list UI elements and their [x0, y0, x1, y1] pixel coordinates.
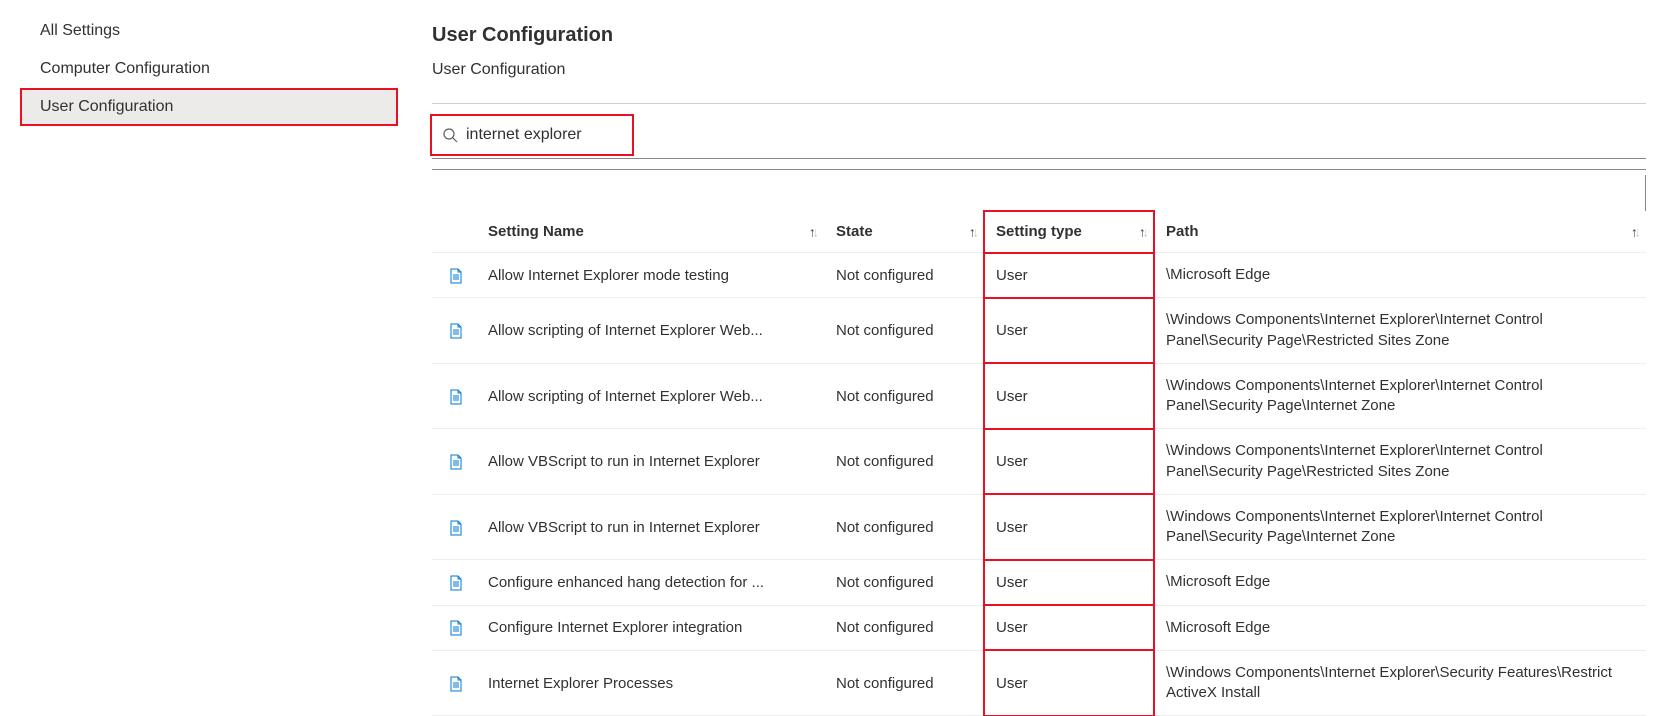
cell-setting-name[interactable]: Configure enhanced hang detection for ..…	[476, 560, 824, 605]
cell-setting-name[interactable]: Allow scripting of Internet Explorer Web…	[476, 298, 824, 364]
cell-path: \Windows Components\Internet Explorer\Se…	[1154, 650, 1646, 716]
cell-state: Not configured	[824, 253, 984, 298]
main-panel: User Configuration User Configuration	[398, 0, 1666, 716]
cell-setting-type: User	[984, 298, 1154, 364]
sort-arrows-icon[interactable]: ↑↓	[969, 224, 976, 239]
column-header-label: Setting Name	[488, 223, 584, 240]
cell-setting-name[interactable]: Configure Internet Explorer integration	[476, 605, 824, 650]
cell-path: \Windows Components\Internet Explorer\In…	[1154, 363, 1646, 429]
row-icon-cell	[432, 605, 476, 650]
document-icon	[448, 268, 464, 284]
cell-path: \Microsoft Edge	[1154, 560, 1646, 605]
cell-setting-name[interactable]: Internet Explorer Processes	[476, 650, 824, 716]
column-header-path[interactable]: Path ↑↓	[1154, 211, 1646, 253]
search-icon	[442, 127, 458, 143]
row-icon-cell	[432, 650, 476, 716]
column-header-icon	[432, 211, 476, 253]
row-icon-cell	[432, 560, 476, 605]
cell-setting-type: User	[984, 650, 1154, 716]
cell-path: \Microsoft Edge	[1154, 605, 1646, 650]
row-icon-cell	[432, 253, 476, 298]
document-icon	[448, 454, 464, 470]
divider	[432, 103, 1646, 104]
column-header-label: Setting type	[996, 223, 1082, 240]
table-row[interactable]: Configure Internet Explorer integrationN…	[432, 605, 1646, 650]
row-icon-cell	[432, 429, 476, 495]
document-icon	[448, 323, 464, 339]
document-icon	[448, 520, 464, 536]
sort-arrows-icon[interactable]: ↑↓	[1631, 224, 1638, 239]
column-header-state[interactable]: State ↑↓	[824, 211, 984, 253]
cell-state: Not configured	[824, 494, 984, 560]
cell-path: \Windows Components\Internet Explorer\In…	[1154, 429, 1646, 495]
sort-arrows-icon[interactable]: ↑↓	[1139, 224, 1146, 239]
sidebar: All SettingsComputer ConfigurationUser C…	[0, 0, 398, 716]
column-header-label: State	[836, 223, 873, 240]
column-header-label: Path	[1166, 223, 1199, 240]
cell-state: Not configured	[824, 605, 984, 650]
table-row[interactable]: Allow VBScript to run in Internet Explor…	[432, 429, 1646, 495]
search-input[interactable]	[464, 125, 614, 145]
cell-setting-type: User	[984, 363, 1154, 429]
table-row[interactable]: Allow scripting of Internet Explorer Web…	[432, 298, 1646, 364]
cell-state: Not configured	[824, 650, 984, 716]
cell-state: Not configured	[824, 429, 984, 495]
cell-setting-name[interactable]: Allow Internet Explorer mode testing	[476, 253, 824, 298]
table-row[interactable]: Allow Internet Explorer mode testingNot …	[432, 253, 1646, 298]
table-row[interactable]: Allow VBScript to run in Internet Explor…	[432, 494, 1646, 560]
cell-setting-type: User	[984, 560, 1154, 605]
row-icon-cell	[432, 494, 476, 560]
document-icon	[448, 620, 464, 636]
document-icon	[448, 389, 464, 405]
document-icon	[448, 575, 464, 591]
search-box[interactable]	[434, 118, 624, 152]
cell-setting-type: User	[984, 429, 1154, 495]
cell-setting-type: User	[984, 605, 1154, 650]
document-icon	[448, 676, 464, 692]
column-header-name[interactable]: Setting Name ↑↓	[476, 211, 824, 253]
table-row[interactable]: Allow scripting of Internet Explorer Web…	[432, 363, 1646, 429]
cell-path: \Windows Components\Internet Explorer\In…	[1154, 494, 1646, 560]
column-header-type[interactable]: Setting type ↑↓	[984, 211, 1154, 253]
cell-setting-name[interactable]: Allow VBScript to run in Internet Explor…	[476, 429, 824, 495]
cell-setting-type: User	[984, 494, 1154, 560]
sidebar-item-all-settings[interactable]: All Settings	[20, 12, 398, 50]
cell-setting-name[interactable]: Allow scripting of Internet Explorer Web…	[476, 363, 824, 429]
cell-path: \Microsoft Edge	[1154, 253, 1646, 298]
sidebar-item-user-configuration[interactable]: User Configuration	[20, 88, 398, 126]
cell-state: Not configured	[824, 363, 984, 429]
cell-setting-type: User	[984, 253, 1154, 298]
cell-state: Not configured	[824, 560, 984, 605]
page-title: User Configuration	[432, 24, 1646, 47]
table-row[interactable]: Configure enhanced hang detection for ..…	[432, 560, 1646, 605]
sort-arrows-icon[interactable]: ↑↓	[809, 224, 816, 239]
sidebar-item-computer-configuration[interactable]: Computer Configuration	[20, 50, 398, 88]
cell-state: Not configured	[824, 298, 984, 364]
settings-table: Setting Name ↑↓ State ↑↓ Setting type ↑↓ Path ↑…	[432, 211, 1646, 716]
cell-path: \Windows Components\Internet Explorer\In…	[1154, 298, 1646, 364]
cell-setting-name[interactable]: Allow VBScript to run in Internet Explor…	[476, 494, 824, 560]
table-row[interactable]: Internet Explorer ProcessesNot configure…	[432, 650, 1646, 716]
breadcrumb: User Configuration	[432, 61, 1646, 79]
row-icon-cell	[432, 298, 476, 364]
row-icon-cell	[432, 363, 476, 429]
